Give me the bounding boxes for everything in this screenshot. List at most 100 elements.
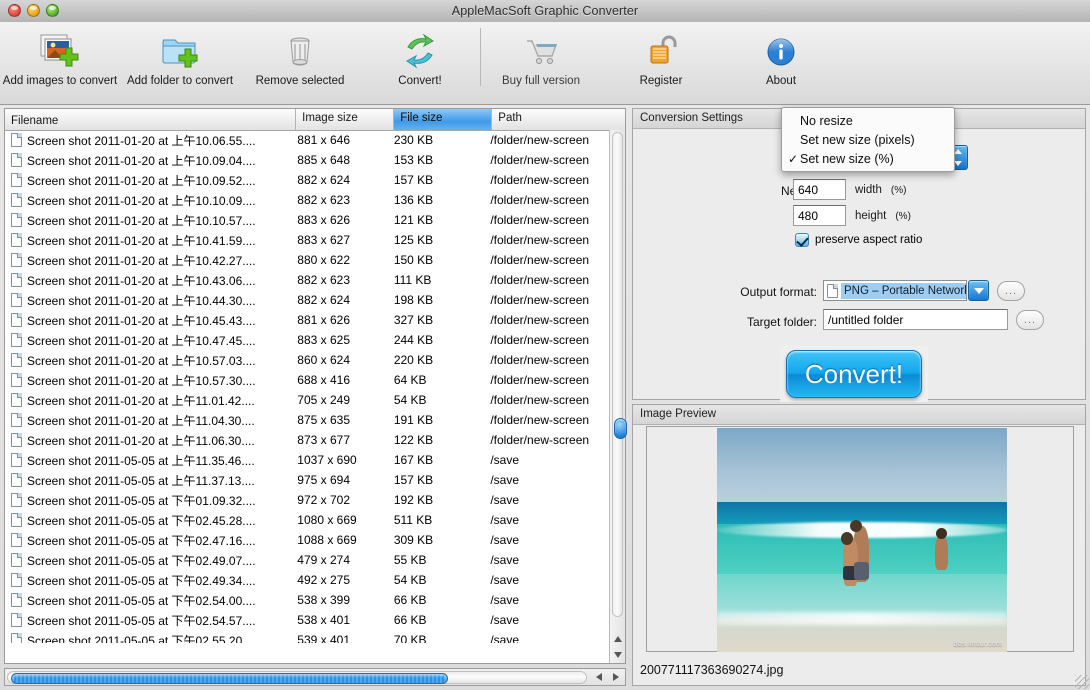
table-row[interactable]: Screen shot 2011-05-05 at 下午02.49.34....… bbox=[5, 570, 611, 590]
preserve-aspect-ratio-row[interactable]: preserve aspect ratio bbox=[795, 233, 922, 247]
hscrollbar-track[interactable] bbox=[7, 671, 587, 684]
target-folder-input[interactable] bbox=[823, 309, 1008, 330]
height-input[interactable] bbox=[793, 205, 846, 226]
table-row[interactable]: Screen shot 2011-01-20 at 上午10.09.52....… bbox=[5, 170, 611, 190]
hscrollbar-thumb[interactable] bbox=[11, 673, 448, 684]
cell-filename: Screen shot 2011-05-05 at 上午11.35.46.... bbox=[5, 452, 291, 469]
table-row[interactable]: Screen shot 2011-05-05 at 下午02.45.28....… bbox=[5, 510, 611, 530]
browse-label: ... bbox=[1004, 284, 1018, 297]
file-type-icon bbox=[824, 283, 841, 298]
cell-file-size: 309 KB bbox=[393, 533, 434, 547]
hscrollbar-arrows[interactable] bbox=[590, 670, 624, 684]
target-folder-browse-button[interactable]: ... bbox=[1016, 309, 1044, 330]
photo-ocean-far bbox=[717, 501, 1007, 525]
output-format-row[interactable]: PNG – Portable Network . ... bbox=[823, 280, 1025, 301]
table-row[interactable]: Screen shot 2011-05-05 at 下午02.54.00....… bbox=[5, 590, 611, 610]
toolbar-label: Add images to convert bbox=[2, 75, 118, 87]
minimize-button[interactable] bbox=[27, 4, 40, 17]
cell-filename: Screen shot 2011-05-05 at 下午01.09.32.... bbox=[5, 492, 291, 509]
cell-file-size: 153 KB bbox=[393, 153, 434, 167]
table-row[interactable]: Screen shot 2011-01-20 at 上午10.47.45....… bbox=[5, 330, 611, 350]
table-row[interactable]: Screen shot 2011-05-05 at 下午02.54.57....… bbox=[5, 610, 611, 630]
scrollbar-track[interactable] bbox=[612, 132, 627, 617]
scrollbar-arrows[interactable] bbox=[610, 631, 625, 663]
document-icon bbox=[11, 613, 22, 627]
resize-grip-icon[interactable] bbox=[1075, 675, 1089, 689]
table-row[interactable]: Screen shot 2011-01-20 at 上午10.10.57....… bbox=[5, 210, 611, 230]
output-format-combo[interactable]: PNG – Portable Network . bbox=[823, 280, 967, 301]
target-folder-row[interactable]: ... bbox=[823, 309, 1044, 330]
document-icon bbox=[11, 313, 22, 327]
target-folder-label: Target folder: bbox=[746, 315, 817, 329]
file-list[interactable]: Filename Image size File size Path Scree… bbox=[4, 108, 627, 664]
output-format-dropdown-button[interactable] bbox=[968, 280, 989, 301]
file-list-rows[interactable]: Screen shot 2011-01-20 at 上午10.06.55....… bbox=[5, 130, 611, 643]
cell-image-size: 539 x 401 bbox=[297, 633, 351, 643]
scroll-left-icon[interactable] bbox=[595, 673, 602, 681]
column-header-file-size[interactable]: File size bbox=[394, 109, 493, 130]
stepper-up-icon[interactable] bbox=[954, 149, 962, 155]
menu-item[interactable]: Set new size (pixels) bbox=[782, 130, 954, 149]
resize-dropdown-menu[interactable]: No resize Set new size (pixels) ✓ Set new s… bbox=[781, 107, 955, 172]
stepper-down-icon[interactable] bbox=[954, 160, 962, 166]
output-format-browse-button[interactable]: ... bbox=[997, 280, 1025, 301]
zoom-button[interactable] bbox=[46, 4, 59, 17]
cell-filename: Screen shot 2011-05-05 at 下午02.55.20.... bbox=[5, 632, 291, 643]
cell-filename: Screen shot 2011-01-20 at 上午10.10.57.... bbox=[5, 212, 291, 229]
table-row[interactable]: Screen shot 2011-01-20 at 上午10.42.27....… bbox=[5, 250, 611, 270]
toolbar-register[interactable]: Register bbox=[601, 22, 721, 87]
table-row[interactable]: Screen shot 2011-01-20 at 上午11.01.42....… bbox=[5, 390, 611, 410]
column-header-path[interactable]: Path bbox=[492, 109, 625, 130]
filename-text: Screen shot 2011-01-20 at 上午10.45.43.... bbox=[27, 313, 256, 328]
toolbar-add-images-to-convert[interactable]: Add images to convert bbox=[0, 22, 120, 87]
filename-text: Screen shot 2011-05-05 at 下午02.54.00.... bbox=[27, 593, 256, 608]
toolbar-about[interactable]: About bbox=[721, 22, 841, 87]
chevron-down-icon bbox=[973, 287, 984, 294]
column-header-image-size[interactable]: Image size bbox=[296, 109, 395, 130]
file-list-vertical-scrollbar[interactable] bbox=[609, 130, 627, 663]
table-row[interactable]: Screen shot 2011-01-20 at 上午10.10.09....… bbox=[5, 190, 611, 210]
photo-person-man-head bbox=[850, 520, 862, 532]
title-bar: AppleMacSoft Graphic Converter bbox=[0, 0, 1090, 23]
preserve-aspect-ratio-checkbox[interactable] bbox=[795, 233, 809, 247]
cell-file-size: 54 KB bbox=[393, 573, 427, 587]
table-row[interactable]: Screen shot 2011-01-20 at 上午10.45.43....… bbox=[5, 310, 611, 330]
scroll-right-icon[interactable] bbox=[612, 673, 619, 681]
table-row[interactable]: Screen shot 2011-01-20 at 上午10.57.03....… bbox=[5, 350, 611, 370]
toolbar-add-folder-to-convert[interactable]: Add folder to convert bbox=[120, 22, 240, 87]
scrollbar-thumb[interactable] bbox=[614, 418, 627, 439]
scroll-down-icon[interactable] bbox=[613, 652, 622, 658]
table-row[interactable]: Screen shot 2011-05-05 at 上午11.37.13....… bbox=[5, 470, 611, 490]
toolbar-convert[interactable]: Convert! bbox=[360, 22, 480, 87]
table-row[interactable]: Screen shot 2011-01-20 at 上午10.41.59....… bbox=[5, 230, 611, 250]
table-row[interactable]: Screen shot 2011-05-05 at 下午02.47.16....… bbox=[5, 530, 611, 550]
table-row[interactable]: Screen shot 2011-01-20 at 上午11.04.30....… bbox=[5, 410, 611, 430]
menu-item[interactable]: ✓ Set new size (%) bbox=[782, 149, 954, 168]
table-row[interactable]: Screen shot 2011-01-20 at 上午10.43.06....… bbox=[5, 270, 611, 290]
preserve-aspect-ratio-label: preserve aspect ratio bbox=[815, 234, 923, 246]
table-row[interactable]: Screen shot 2011-05-05 at 上午11.35.46....… bbox=[5, 450, 611, 470]
file-list-horizontal-scrollbar[interactable] bbox=[4, 668, 626, 686]
table-row[interactable]: Screen shot 2011-05-05 at 下午02.49.07....… bbox=[5, 550, 611, 570]
document-icon bbox=[11, 553, 22, 567]
table-row[interactable]: Screen shot 2011-05-05 at 下午01.09.32....… bbox=[5, 490, 611, 510]
cell-path: /folder/new-screen bbox=[490, 133, 590, 147]
toolbar-remove-selected[interactable]: Remove selected bbox=[240, 22, 360, 87]
table-row[interactable]: Screen shot 2011-01-20 at 上午10.09.04....… bbox=[5, 150, 611, 170]
close-button[interactable] bbox=[8, 4, 21, 17]
output-format-label-row: Output format: bbox=[633, 285, 817, 299]
photo-person-boy-head bbox=[936, 528, 947, 539]
cell-path: /folder/new-screen bbox=[490, 393, 590, 407]
table-row[interactable]: Screen shot 2011-01-20 at 上午11.06.30....… bbox=[5, 430, 611, 450]
toolbar-buy-full-version[interactable]: Buy full version bbox=[481, 22, 601, 87]
column-header-filename[interactable]: Filename bbox=[5, 109, 297, 130]
convert-button[interactable]: Convert! bbox=[786, 350, 922, 398]
table-row[interactable]: Screen shot 2011-05-05 at 下午02.55.20....… bbox=[5, 630, 611, 643]
scroll-up-icon[interactable] bbox=[613, 636, 622, 642]
table-row[interactable]: Screen shot 2011-01-20 at 上午10.57.30....… bbox=[5, 370, 611, 390]
document-icon bbox=[11, 513, 22, 527]
width-input[interactable] bbox=[793, 179, 846, 200]
menu-item[interactable]: No resize bbox=[782, 111, 954, 130]
table-row[interactable]: Screen shot 2011-01-20 at 上午10.44.30....… bbox=[5, 290, 611, 310]
table-row[interactable]: Screen shot 2011-01-20 at 上午10.06.55....… bbox=[5, 130, 611, 150]
